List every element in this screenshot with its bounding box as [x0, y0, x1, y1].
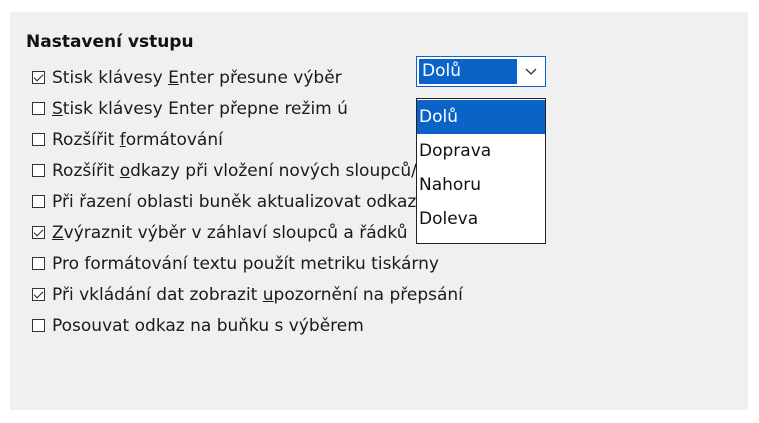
dropdown-option[interactable]: Nahoru	[417, 168, 545, 202]
checkbox[interactable]	[32, 226, 45, 239]
direction-dropdown-value: Dolů	[419, 59, 517, 84]
checkbox[interactable]	[32, 195, 45, 208]
option-label: Při řazení oblasti buněk aktualizovat od…	[52, 191, 427, 212]
option-enter-moves-selection[interactable]: Stisk klávesy Enter přesune výběr	[32, 62, 465, 93]
section-title: Nastavení vstupu	[26, 32, 194, 52]
checkbox[interactable]	[32, 102, 45, 115]
dropdown-option[interactable]: Dolů	[417, 100, 545, 134]
option-label: Zvýraznit výběr v záhlaví sloupců a řádk…	[52, 222, 408, 243]
option-printer-metrics[interactable]: Pro formátování textu použít metriku tis…	[32, 248, 465, 279]
checkbox[interactable]	[32, 164, 45, 177]
option-move-cell-reference[interactable]: Posouvat odkaz na buňku s výběrem	[32, 310, 465, 341]
checkbox[interactable]	[32, 257, 45, 270]
option-expand-references[interactable]: Rozšířit odkazy při vložení nových sloup…	[32, 155, 465, 186]
direction-dropdown-list: Dolů Doprava Nahoru Doleva	[416, 98, 546, 244]
dropdown-toggle-button[interactable]	[517, 57, 545, 86]
option-label: Při vkládání dat zobrazit upozornění na …	[52, 284, 463, 305]
option-label: Posouvat odkaz na buňku s výběrem	[52, 315, 364, 336]
dropdown-option[interactable]: Doleva	[417, 202, 545, 236]
option-highlight-selection-headers[interactable]: Zvýraznit výběr v záhlaví sloupců a řádk…	[32, 217, 465, 248]
direction-dropdown[interactable]: Dolů	[416, 56, 546, 87]
checkbox[interactable]	[32, 71, 45, 84]
option-update-references-on-sort[interactable]: Při řazení oblasti buněk aktualizovat od…	[32, 186, 465, 217]
option-overwrite-warning[interactable]: Při vkládání dat zobrazit upozornění na …	[32, 279, 465, 310]
checkbox[interactable]	[32, 133, 45, 146]
option-label: Rozšířit odkazy při vložení nových sloup…	[52, 160, 466, 181]
option-label: Pro formátování textu použít metriku tis…	[52, 253, 439, 274]
checkbox[interactable]	[32, 288, 45, 301]
dropdown-option[interactable]: Doprava	[417, 134, 545, 168]
checkbox[interactable]	[32, 319, 45, 332]
option-label: Stisk klávesy Enter přepne režim ú	[52, 98, 348, 119]
option-expand-formatting[interactable]: Rozšířit formátování	[32, 124, 465, 155]
option-label: Stisk klávesy Enter přesune výběr	[52, 67, 342, 88]
options-list: Stisk klávesy Enter přesune výběr Stisk …	[32, 62, 465, 341]
chevron-down-icon	[525, 68, 537, 75]
option-label: Rozšířit formátování	[52, 129, 223, 150]
option-enter-switches-edit-mode[interactable]: Stisk klávesy Enter přepne režim ú	[32, 93, 465, 124]
